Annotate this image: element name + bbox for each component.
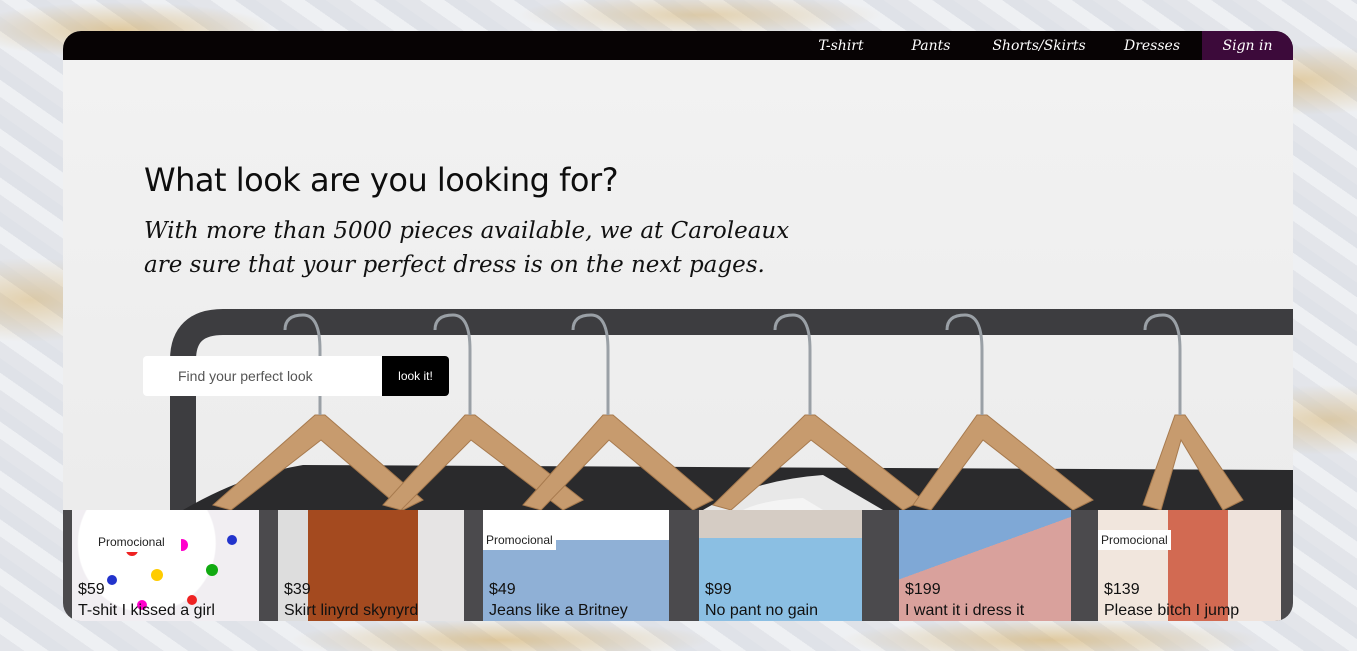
hero-headline: What look are you looking for? [144,161,619,199]
product-name: T-shit I kissed a girl [78,602,215,619]
clothing-rack-image [170,309,1293,510]
product-card[interactable]: $199 I want it i dress it [899,510,1071,621]
nav-item-tshirt[interactable]: T-shirt [796,31,886,60]
nav-item-dresses[interactable]: Dresses [1102,31,1202,60]
nav-item-pants[interactable]: Pants [886,31,976,60]
nav-item-shorts-skirts[interactable]: Shorts/Skirts [976,31,1102,60]
main-card: T-shirt Pants Shorts/Skirts Dresses Sign… [63,31,1293,621]
product-card[interactable]: $39 Skirt linyrd skynyrd [278,510,464,621]
product-price: $49 [489,581,516,598]
sign-in-button[interactable]: Sign in [1202,31,1293,60]
product-name: I want it i dress it [905,602,1025,619]
product-price: $199 [905,581,941,598]
product-card[interactable]: $99 No pant no gain [699,510,862,621]
hero-banner [63,60,1293,510]
search-bar: look it! [143,356,449,396]
look-it-button[interactable]: look it! [382,356,449,396]
product-name: No pant no gain [705,602,818,619]
product-card[interactable]: Promocional $59 T-shit I kissed a girl [72,510,259,621]
product-strip: Promocional $59 T-shit I kissed a girl $… [63,510,1293,621]
product-name: Jeans like a Britney [489,602,628,619]
product-card[interactable]: Promocional $139 Please bitch I jump [1098,510,1281,621]
product-name: Skirt linyrd skynyrd [284,602,419,619]
product-card[interactable]: Promocional $49 Jeans like a Britney [483,510,669,621]
search-input[interactable] [143,356,382,396]
promo-badge: Promocional [81,532,181,552]
promo-badge: Promocional [1098,530,1171,550]
product-price: $139 [1104,581,1140,598]
promo-badge: Promocional [483,530,556,550]
product-price: $99 [705,581,732,598]
product-price: $39 [284,581,311,598]
hero-tagline: With more than 5000 pieces available, we… [144,218,790,278]
product-name: Please bitch I jump [1104,602,1240,619]
top-nav: T-shirt Pants Shorts/Skirts Dresses Sign… [63,31,1293,60]
product-price: $59 [78,581,105,598]
